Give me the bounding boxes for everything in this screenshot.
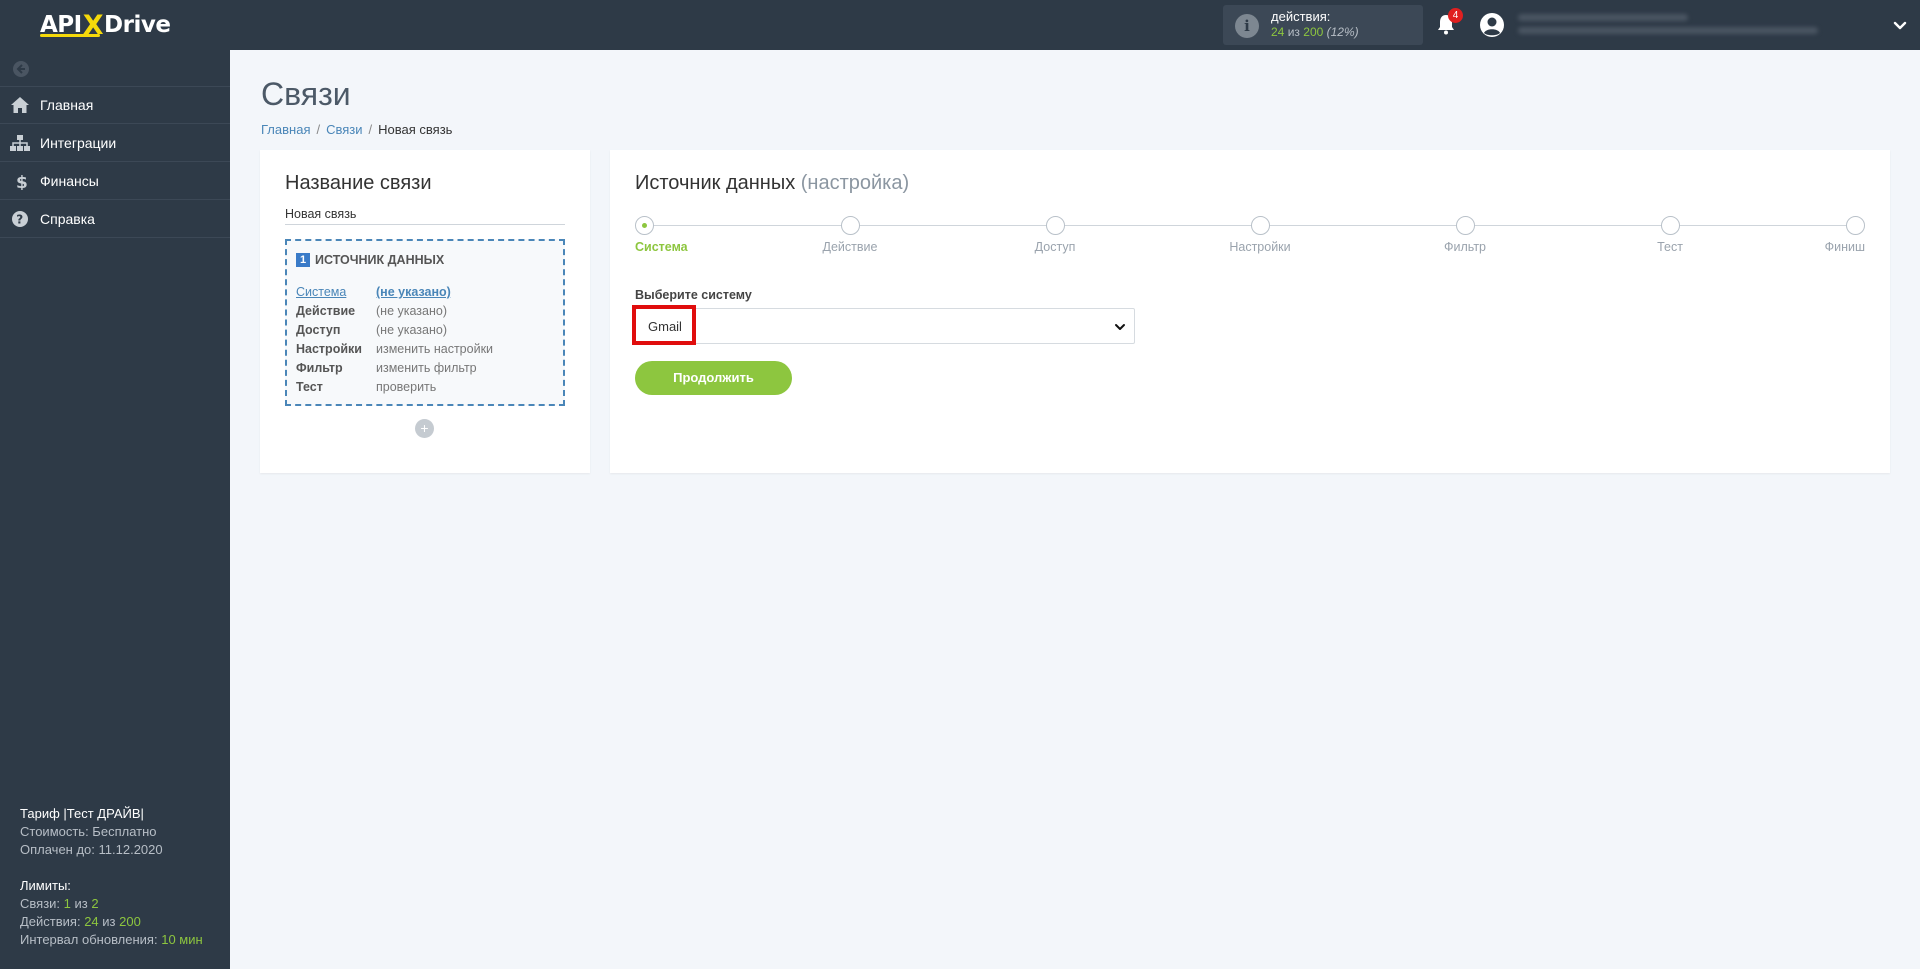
tariff-cost: Стоимость: Бесплатно bbox=[20, 824, 157, 839]
source-row-settings: Настройки изменить настройки bbox=[296, 342, 494, 356]
step-access[interactable]: Доступ bbox=[995, 216, 1115, 254]
dollar-icon: $ bbox=[16, 173, 28, 190]
step-dot bbox=[1846, 216, 1865, 235]
logo-underline bbox=[40, 34, 100, 37]
sidebar-item-label: Главная bbox=[40, 97, 94, 113]
breadcrumb-current: Новая связь bbox=[378, 122, 453, 137]
connection-name-field[interactable]: Новая связь bbox=[285, 207, 565, 225]
add-destination-button[interactable]: + bbox=[415, 419, 434, 438]
step-filter[interactable]: Фильтр bbox=[1405, 216, 1525, 254]
limits-interval: Интервал обновления: 10 мин bbox=[20, 932, 203, 947]
step-dot bbox=[1660, 216, 1680, 235]
data-source-setup-card: Источник данных (настройка) Система Дейс… bbox=[610, 150, 1890, 473]
step-dot bbox=[1455, 216, 1475, 235]
sidebar-item-label: Финансы bbox=[40, 172, 99, 189]
breadcrumb-links[interactable]: Связи bbox=[326, 122, 362, 137]
chevron-down-icon bbox=[1115, 324, 1125, 330]
step-dot bbox=[635, 216, 654, 235]
svg-text:$: $ bbox=[16, 173, 28, 190]
top-bar: API X Drive i действия: 24 из 200 (12%) 4 bbox=[0, 0, 1920, 50]
limits-actions: Действия: 24 из 200 bbox=[20, 914, 141, 929]
setup-steps: Система Действие Доступ Настройки Фильтр… bbox=[635, 216, 1865, 256]
actions-label: действия: bbox=[1271, 9, 1331, 24]
actions-usage: 24 из 200 (12%) bbox=[1271, 25, 1359, 39]
connection-name-title: Название связи bbox=[285, 172, 432, 194]
sidebar: Главная Интеграции $ Финансы ? Справка Т… bbox=[0, 50, 230, 969]
sidebar-item-home[interactable]: Главная bbox=[0, 86, 230, 124]
select-system-label: Выберите систему bbox=[635, 288, 752, 302]
tariff-paid-until: Оплачен до: 11.12.2020 bbox=[20, 842, 163, 857]
sidebar-item-label: Интеграции bbox=[40, 134, 117, 151]
source-row-test: Тест проверить bbox=[296, 380, 437, 394]
continue-button[interactable]: Продолжить bbox=[635, 361, 792, 395]
data-source-block[interactable]: 1 ИСТОЧНИК ДАННЫХ Система (не указано) Д… bbox=[285, 239, 565, 406]
step-number-badge: 1 bbox=[296, 253, 310, 267]
page-title: Связи bbox=[261, 76, 351, 112]
chevron-down-icon[interactable] bbox=[1892, 17, 1908, 33]
setup-title: Источник данных (настройка) bbox=[635, 172, 910, 194]
data-source-rows: Система (не указано) Действие (не указан… bbox=[296, 283, 493, 397]
breadcrumb-home[interactable]: Главная bbox=[261, 122, 310, 137]
svg-text:?: ? bbox=[16, 212, 23, 226]
highlight-box bbox=[632, 305, 696, 345]
source-row-action: Действие (не указано) bbox=[296, 304, 447, 318]
question-icon: ? bbox=[12, 210, 28, 227]
step-test[interactable]: Тест bbox=[1610, 216, 1730, 254]
step-finish[interactable]: Финиш bbox=[1825, 216, 1865, 254]
source-row-system[interactable]: Система (не указано) bbox=[296, 283, 493, 302]
data-source-header: 1 ИСТОЧНИК ДАННЫХ bbox=[296, 253, 444, 267]
step-system[interactable]: Система bbox=[635, 216, 688, 254]
home-icon bbox=[11, 97, 29, 113]
actions-counter[interactable]: i действия: 24 из 200 (12%) bbox=[1223, 5, 1423, 45]
user-avatar-icon[interactable] bbox=[1479, 12, 1505, 38]
tariff-info: Тариф |Тест ДРАЙВ| Стоимость: Бесплатно … bbox=[20, 805, 203, 949]
source-row-filter: Фильтр изменить фильтр bbox=[296, 361, 477, 375]
step-dot bbox=[1045, 216, 1065, 235]
limits-links: Связи: 1 из 2 bbox=[20, 896, 99, 911]
breadcrumb: Главная / Связи / Новая связь bbox=[261, 122, 453, 137]
connection-summary-card: Название связи Новая связь 1 ИСТОЧНИК ДА… bbox=[260, 150, 590, 473]
notification-badge: 4 bbox=[1448, 8, 1463, 23]
user-info-blurred[interactable] bbox=[1518, 14, 1818, 36]
info-icon: i bbox=[1235, 14, 1259, 38]
step-dot bbox=[1250, 216, 1270, 235]
collapse-sidebar-icon[interactable] bbox=[12, 60, 30, 78]
sidebar-item-integrations[interactable]: Интеграции bbox=[0, 124, 230, 162]
sidebar-item-label: Справка bbox=[40, 210, 95, 227]
sidebar-item-finance[interactable]: $ Финансы bbox=[0, 162, 230, 200]
tariff-title: Тариф |Тест ДРАЙВ| bbox=[20, 806, 144, 821]
step-settings[interactable]: Настройки bbox=[1200, 216, 1320, 254]
sitemap-icon bbox=[10, 134, 30, 151]
step-action[interactable]: Действие bbox=[790, 216, 910, 254]
source-row-access: Доступ (не указано) bbox=[296, 323, 447, 337]
system-select[interactable]: Gmail bbox=[635, 308, 1135, 344]
step-dot bbox=[840, 216, 860, 235]
sidebar-item-help[interactable]: ? Справка bbox=[0, 200, 230, 238]
limits-title: Лимиты: bbox=[20, 878, 71, 893]
sidebar-nav: Главная Интеграции $ Финансы ? Справка bbox=[0, 86, 230, 238]
